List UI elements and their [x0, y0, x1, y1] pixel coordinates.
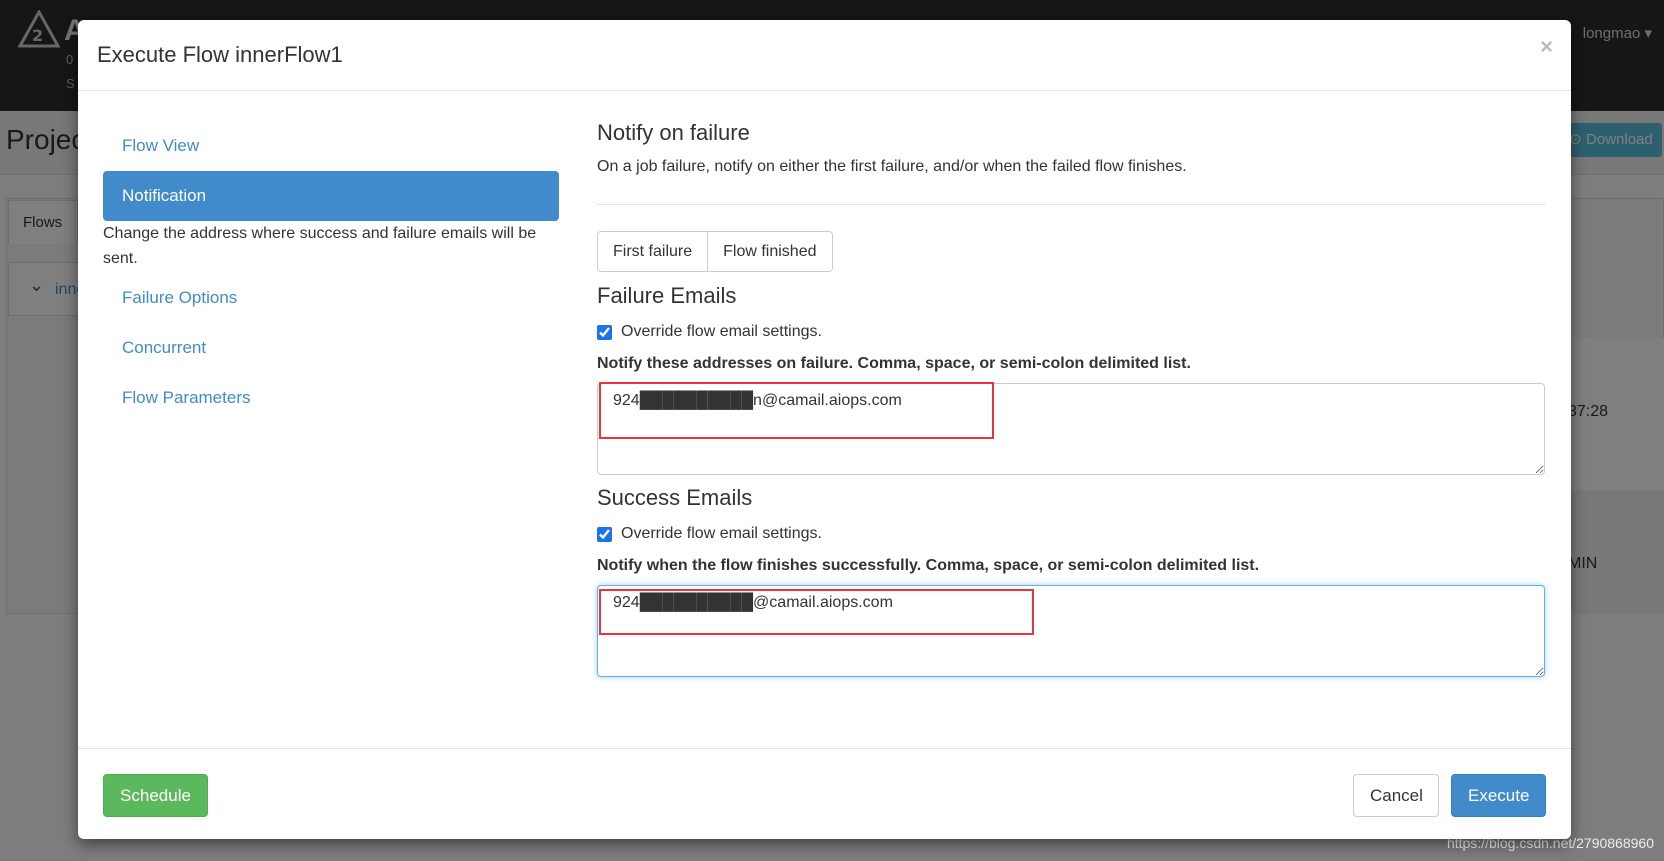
modal-header: Execute Flow innerFlow1 ×	[78, 20, 1571, 91]
success-emails-wrap: 924██████████@camail.aiops.com	[597, 585, 1545, 677]
modal-footer: Schedule Cancel Execute	[78, 748, 1571, 839]
nav-item-concurrent[interactable]: Concurrent	[103, 323, 559, 373]
nav-item-flow-view[interactable]: Flow View	[103, 121, 559, 171]
failure-emails-wrap: 924██████████n@camail.aiops.com	[597, 382, 1545, 475]
first-failure-button[interactable]: First failure	[597, 231, 709, 272]
nav-item-notification[interactable]: Notification	[103, 171, 559, 221]
notify-toggle-group: First failure Flow finished	[597, 231, 1545, 272]
execute-flow-modal: Execute Flow innerFlow1 × Flow View Noti…	[78, 20, 1571, 839]
failure-emails-heading: Failure Emails	[597, 283, 737, 308]
schedule-button[interactable]: Schedule	[103, 774, 208, 817]
success-override-checkbox[interactable]	[597, 526, 612, 542]
success-emails-input[interactable]: 924██████████@camail.aiops.com	[597, 585, 1545, 677]
failure-list-label: Notify these addresses on failure. Comma…	[597, 355, 1191, 372]
failure-override-checkbox[interactable]	[597, 324, 612, 340]
success-override-row[interactable]: Override flow email settings.	[597, 525, 1545, 543]
notify-description: On a job failure, notify on either the f…	[597, 158, 1187, 175]
failure-override-row[interactable]: Override flow email settings.	[597, 323, 1545, 341]
close-icon[interactable]: ×	[1540, 34, 1553, 60]
failure-emails-input[interactable]: 924██████████n@camail.aiops.com	[597, 383, 1545, 475]
notify-heading: Notify on failure	[597, 120, 750, 145]
success-override-label: Override flow email settings.	[621, 525, 822, 542]
failure-override-label: Override flow email settings.	[621, 323, 822, 340]
notification-description: Change the address where success and fai…	[103, 225, 537, 267]
modal-sidenav: Flow View Notification Change the addres…	[103, 121, 559, 423]
success-emails-heading: Success Emails	[597, 485, 753, 510]
success-list-label: Notify when the flow finishes successful…	[597, 557, 1260, 574]
nav-item-failure-options[interactable]: Failure Options	[103, 273, 559, 323]
divider	[597, 204, 1545, 205]
nav-item-flow-parameters[interactable]: Flow Parameters	[103, 373, 559, 423]
modal-title: Execute Flow innerFlow1	[97, 42, 343, 67]
cancel-button[interactable]: Cancel	[1353, 774, 1439, 817]
flow-finished-button[interactable]: Flow finished	[708, 231, 833, 272]
notification-panel: Notify on failure On a job failure, noti…	[597, 120, 1545, 677]
execute-button[interactable]: Execute	[1451, 774, 1546, 817]
